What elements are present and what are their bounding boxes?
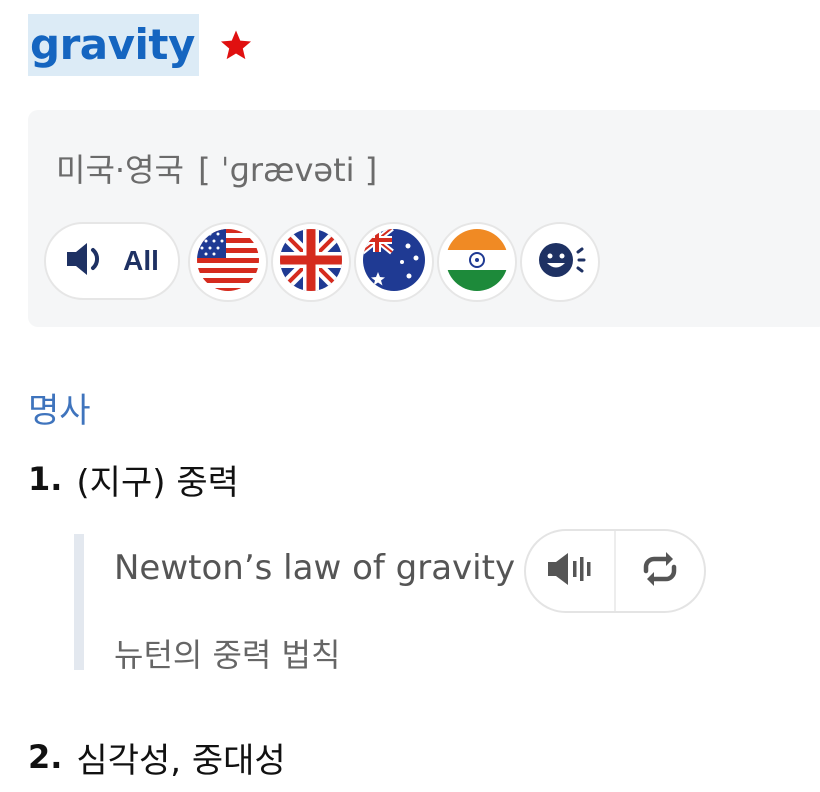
example-english: Newton’s law of gravity: [114, 548, 516, 588]
india-flag-icon: [445, 228, 509, 296]
sense-number: 2.: [28, 738, 63, 776]
star-icon[interactable]: [219, 28, 253, 62]
sense-definition: (지구) 중력: [76, 462, 239, 503]
pronunciation-line: 미국·영국 [ ˈɡrævəti ]: [56, 150, 377, 190]
india-pronunciation-button[interactable]: [437, 222, 517, 302]
sense-1: 1. (지구) 중력: [28, 456, 239, 503]
us-flag-icon: [196, 228, 260, 296]
pronunciation-region: 미국·영국: [56, 151, 184, 189]
part-of-speech: 명사: [28, 391, 91, 431]
example-controls: [524, 529, 706, 613]
australia-pronunciation-button[interactable]: [354, 222, 434, 302]
smiley-speaker-icon: [528, 228, 592, 296]
headword-row: gravity: [28, 14, 253, 76]
uk-flag-icon: [279, 228, 343, 296]
example-repeat-button[interactable]: [616, 531, 704, 611]
headword: gravity: [28, 14, 199, 76]
example-korean: 뉴턴의 중력 법칙: [114, 636, 341, 674]
example-block: Newton’s law of gravity 뉴턴의 중력 법칙: [74, 534, 820, 674]
repeat-icon: [638, 549, 682, 593]
pronunciation-ipa: [ ˈɡrævəti ]: [198, 151, 378, 189]
speaker-icon: [65, 241, 109, 281]
australia-flag-icon: [362, 228, 426, 296]
sense-2: 2. 심각성, 중대성: [28, 734, 286, 781]
play-all-label: All: [123, 245, 159, 276]
uk-pronunciation-button[interactable]: [271, 222, 351, 302]
sense-number: 1.: [28, 460, 63, 498]
play-all-button[interactable]: All: [44, 222, 180, 300]
example-play-button[interactable]: [526, 531, 614, 611]
us-pronunciation-button[interactable]: [188, 222, 268, 302]
speaker-bars-icon: [546, 552, 594, 590]
fun-pronunciation-button[interactable]: [520, 222, 600, 302]
pronunciation-box: 미국·영국 [ ˈɡrævəti ] All: [28, 110, 820, 327]
sense-definition: 심각성, 중대성: [76, 740, 286, 781]
